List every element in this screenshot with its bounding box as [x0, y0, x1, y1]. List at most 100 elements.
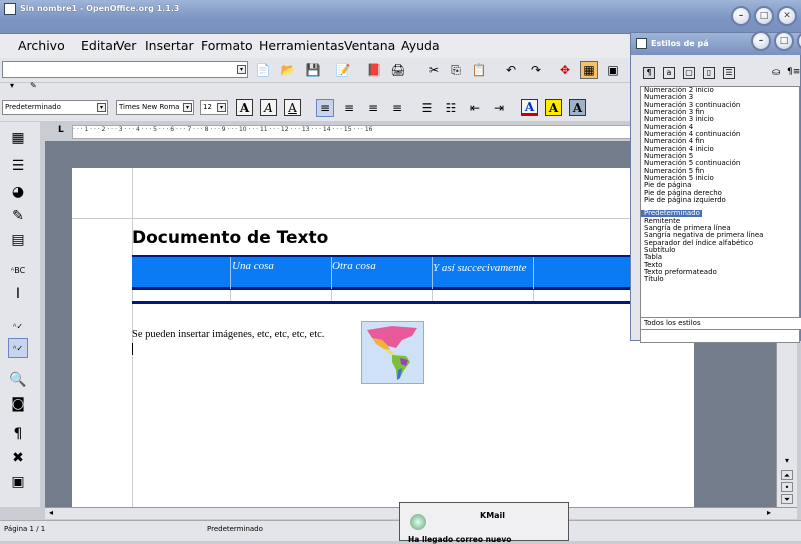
toolbar-strip: ▾ ✎ — [0, 81, 630, 93]
find-replace-icon[interactable]: 🔍 — [8, 370, 28, 390]
scroll-right-icon[interactable]: ▸ — [767, 508, 771, 517]
edit-file-icon[interactable]: 📄 — [254, 61, 272, 79]
font-name-select[interactable]: Times New Roma ▾ — [116, 100, 194, 115]
menu-editar[interactable]: Editar — [81, 38, 118, 53]
new-style-icon[interactable]: ¶≡ — [787, 67, 800, 77]
save-icon[interactable]: 💾 — [304, 61, 322, 79]
menu-ayuda[interactable]: Ayuda — [401, 38, 440, 53]
insert-fields-icon[interactable]: ☰ — [8, 156, 28, 176]
styles-minimize-button[interactable]: – — [751, 31, 771, 51]
styles-list[interactable]: Numeración 2 inicio Numeración 3 Numeració… — [640, 86, 800, 343]
paragraph-style-select[interactable]: Predeterminado ▾ — [2, 100, 108, 115]
stylist-icon[interactable]: ▦ — [580, 61, 598, 79]
style-dropdown-icon[interactable]: ▾ — [97, 103, 106, 112]
font-color-icon[interactable]: A — [521, 99, 538, 116]
navigator-icon[interactable]: ✥ — [556, 61, 574, 79]
bullets-icon[interactable]: ☷ — [442, 99, 460, 117]
americas-map-image[interactable] — [361, 321, 424, 384]
spellcheck-icon[interactable]: ᴬ✓ — [8, 316, 28, 336]
highlight-icon[interactable]: A — [545, 99, 562, 116]
background-color-icon[interactable]: A — [569, 99, 586, 116]
menu-formato[interactable]: Formato — [201, 38, 253, 53]
form-functions-icon[interactable]: ▤ — [8, 230, 28, 250]
print-icon[interactable]: 🖨 — [389, 61, 407, 79]
insert-table-icon[interactable]: ▦ — [8, 128, 28, 148]
redo-icon[interactable]: ↷ — [527, 61, 545, 79]
bold-button[interactable]: A — [236, 99, 253, 116]
styles-maximize-button[interactable]: □ — [774, 31, 794, 51]
graphics-off-icon[interactable]: ✖ — [8, 448, 28, 468]
online-layout-icon[interactable]: ▣ — [8, 472, 28, 492]
fill-format-icon[interactable]: ⛀ — [772, 67, 780, 78]
undo-icon[interactable]: ↶ — [502, 61, 520, 79]
close-button[interactable]: ✕ — [777, 6, 797, 26]
styles-panel-title: Estilos de pá — [651, 39, 709, 48]
document-page[interactable]: Documento de Texto Una cosa Otra cosa Y … — [72, 168, 694, 507]
scroll-down-icon[interactable]: ▾ — [781, 456, 793, 466]
align-right-icon[interactable]: ≡ — [364, 99, 382, 117]
style-list-item[interactable]: Tabla — [641, 253, 799, 261]
edit-mode-icon[interactable]: 📝 — [334, 61, 352, 79]
underline-button[interactable]: A — [284, 99, 301, 116]
page-indicator: Página 1 / 1 — [4, 525, 46, 533]
copy-icon[interactable]: ⎘ — [447, 61, 465, 79]
open-folder-icon[interactable]: 📂 — [279, 61, 297, 79]
decrease-indent-icon[interactable]: ⇤ — [466, 99, 484, 117]
collapse-icon[interactable]: ▾ — [10, 81, 14, 90]
export-pdf-icon[interactable]: 📕 — [365, 61, 383, 79]
increase-indent-icon[interactable]: ⇥ — [490, 99, 508, 117]
datasources-icon[interactable]: ◙ — [8, 394, 28, 414]
style-filter-select[interactable]: Todos los estilos — [640, 317, 801, 330]
main-toolbar: ▦ ☰ ◕ ✎ ▤ ᴬBC I ᴬ✓ ᴬ✓ 🔍 ◙ ¶ ✖ ▣ — [0, 122, 40, 507]
document-table-row[interactable] — [132, 290, 694, 304]
menu-ver[interactable]: Ver — [116, 38, 136, 53]
paste-icon[interactable]: 📋 — [470, 61, 488, 79]
url-field[interactable]: ▾ — [2, 61, 248, 78]
align-center-icon[interactable]: ≡ — [340, 99, 358, 117]
cut-icon[interactable]: ✂ — [425, 61, 443, 79]
align-left-icon[interactable]: ≡ — [316, 99, 334, 117]
minimize-button[interactable]: – — [731, 6, 751, 26]
prev-page-icon[interactable]: ⏶ — [781, 470, 793, 480]
text-direction-icon[interactable]: ᴬBC — [8, 260, 28, 280]
title-bar: Sin nombre1 - OpenOffice.org 1.1.3 – □ ✕ — [0, 0, 801, 34]
next-page-icon[interactable]: ⏷ — [781, 494, 793, 504]
horizontal-ruler[interactable]: · · · 1 · · · 2 · · · 3 · · · 4 · · · 5 … — [72, 125, 632, 139]
font-size-value: 12 — [203, 103, 212, 111]
font-dropdown-icon[interactable]: ▾ — [183, 103, 192, 112]
draw-functions-icon[interactable]: ✎ — [8, 206, 28, 226]
frame-styles-icon[interactable]: ▢ — [683, 67, 695, 79]
tab-selector[interactable]: L — [58, 125, 70, 139]
maximize-button[interactable]: □ — [754, 6, 774, 26]
justify-icon[interactable]: ≡ — [388, 99, 406, 117]
menu-ventana[interactable]: Ventana — [344, 38, 395, 53]
numbering-icon[interactable]: ☰ — [418, 99, 436, 117]
document-table-header[interactable]: Una cosa Otra cosa Y así succecivamente — [132, 255, 694, 290]
style-list-item[interactable]: Pie de página izquierdo — [641, 196, 799, 204]
scroll-left-icon[interactable]: ◂ — [49, 508, 53, 517]
character-styles-icon[interactable]: a — [663, 67, 675, 79]
page-styles-icon[interactable]: ▯ — [703, 67, 715, 79]
url-dropdown-icon[interactable]: ▾ — [237, 65, 246, 74]
paragraph-styles-icon[interactable]: ¶ — [643, 67, 655, 79]
style-list-item[interactable]: Texto preformateado — [641, 268, 799, 276]
kmail-notification[interactable]: KMail Ha llegado correo nuevo — [399, 502, 569, 544]
gallery-icon[interactable]: ▣ — [604, 61, 622, 79]
autospellcheck-icon[interactable]: ᴬ✓ — [8, 338, 28, 358]
insert-object-icon[interactable]: ◕ — [8, 182, 28, 202]
menu-herramientas[interactable]: Herramientas — [259, 38, 344, 53]
menu-archivo[interactable]: Archivo — [18, 38, 65, 53]
font-size-select[interactable]: 12 ▾ — [200, 100, 228, 115]
formatting-marks-icon[interactable]: ¶ — [8, 424, 28, 444]
text-cursor-icon[interactable]: I — [8, 284, 28, 304]
style-list-item[interactable]: Subtítulo — [641, 246, 799, 254]
list-styles-icon[interactable]: ☰ — [723, 67, 735, 79]
style-list-item[interactable]: Predeterminado — [641, 209, 702, 217]
menu-insertar[interactable]: Insertar — [145, 38, 194, 53]
italic-button[interactable]: A — [260, 99, 277, 116]
pin-icon[interactable]: ✎ — [30, 81, 37, 90]
navigation-icon[interactable]: • — [781, 482, 793, 492]
size-dropdown-icon[interactable]: ▾ — [217, 103, 226, 112]
kmail-message: Ha llegado correo nuevo — [408, 535, 512, 544]
style-list-item[interactable]: Título — [641, 275, 799, 283]
